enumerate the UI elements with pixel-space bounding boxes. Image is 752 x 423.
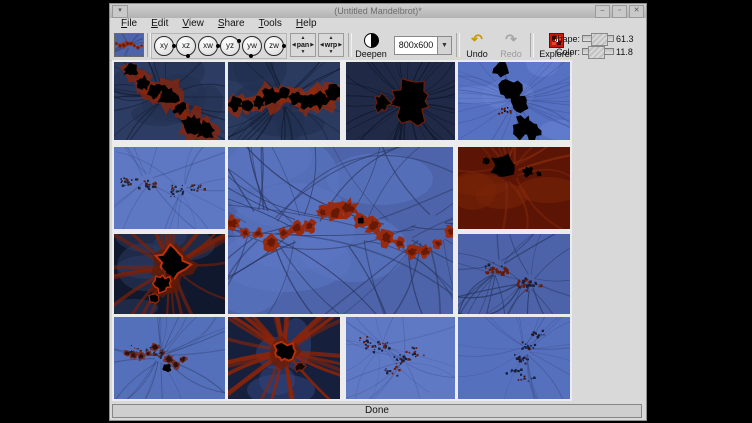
mutant-fractal-tile[interactable]: [458, 234, 570, 314]
mutant-fractal-tile[interactable]: [346, 62, 455, 140]
minimize-icon[interactable]: –: [595, 5, 610, 18]
maximize-icon[interactable]: ▫: [612, 5, 627, 18]
redo-button[interactable]: ↷ Redo: [496, 33, 526, 59]
shape-slider-label: Shape:: [548, 34, 580, 44]
rotate-xy-button[interactable]: xy: [153, 35, 175, 57]
deepen-label: Deepen: [355, 50, 387, 59]
mutant-fractal-tile[interactable]: [346, 317, 455, 399]
explorer-grid: [112, 60, 646, 404]
angle-dot-icon: [186, 54, 190, 58]
mutant-fractal-tile[interactable]: [458, 62, 570, 140]
mutant-fractal-tile[interactable]: [458, 147, 570, 229]
undo-icon: ↶: [471, 33, 483, 46]
mutant-fractal-tile[interactable]: [114, 234, 225, 314]
toolbar: xy xz xw yz yw: [110, 30, 646, 61]
mutant-fractal-tile[interactable]: [114, 317, 225, 399]
menu-edit[interactable]: Edit: [145, 18, 174, 30]
menu-help[interactable]: Help: [290, 18, 323, 30]
color-slider-label: Color:: [548, 47, 580, 57]
warp-up-icon[interactable]: ▲: [329, 35, 334, 41]
pan-up-icon[interactable]: ▲: [301, 35, 306, 41]
mutant-fractal-tile[interactable]: [114, 147, 225, 229]
undo-button[interactable]: ↶ Undo: [462, 33, 492, 59]
pan-left-icon[interactable]: ◀: [292, 42, 296, 48]
menu-file[interactable]: File: [115, 18, 143, 30]
rotate-xw-button[interactable]: xw: [197, 35, 219, 57]
undo-label: Undo: [466, 50, 488, 59]
pan-label: pan: [297, 42, 309, 49]
color-value: 11.8: [616, 47, 638, 57]
current-fractal-preview: [114, 33, 144, 57]
warp-control[interactable]: ▲ ◀ wrp ▶ ▼: [318, 33, 344, 57]
resolution-combobox[interactable]: 800x600 ▼: [394, 36, 452, 55]
redo-icon: ↷: [505, 33, 517, 46]
redo-label: Redo: [500, 50, 522, 59]
deepen-button[interactable]: Deepen: [352, 33, 390, 59]
statusbar: Done: [110, 402, 646, 420]
toolbar-separator: [456, 33, 460, 57]
rotation-group: xy xz xw yz yw: [151, 33, 287, 59]
mutant-fractal-tile[interactable]: [228, 62, 340, 140]
rotate-yz-button[interactable]: yz: [219, 35, 241, 57]
window-title: (Untitled Mandelbrot)*: [110, 6, 646, 16]
rotate-zw-button[interactable]: zw: [263, 35, 285, 57]
pan-right-icon[interactable]: ▶: [310, 42, 314, 48]
shape-slider[interactable]: [582, 35, 614, 42]
warp-left-icon[interactable]: ◀: [320, 42, 324, 48]
close-icon[interactable]: ✕: [629, 5, 644, 18]
pan-down-icon[interactable]: ▼: [301, 49, 306, 55]
desktop: { "window": { "title": "(Untitled Mandel…: [0, 0, 752, 423]
app-window: ▾ (Untitled Mandelbrot)* – ▫ ✕ File Edit…: [109, 3, 647, 421]
menu-view[interactable]: View: [176, 18, 210, 30]
menu-share[interactable]: Share: [212, 18, 251, 30]
mutant-fractal-tile[interactable]: [114, 62, 225, 140]
dropdown-arrow-icon[interactable]: ▼: [438, 36, 452, 55]
status-progressbar: Done: [112, 404, 642, 418]
warp-down-icon[interactable]: ▼: [329, 49, 334, 55]
menubar: File Edit View Share Tools Help: [110, 18, 646, 30]
mutant-fractal-tile[interactable]: [458, 317, 570, 399]
mutant-fractal-tile[interactable]: [228, 317, 340, 399]
menu-tools[interactable]: Tools: [253, 18, 288, 30]
pan-control[interactable]: ▲ ◀ pan ▶ ▼: [290, 33, 316, 57]
warp-right-icon[interactable]: ▶: [338, 42, 342, 48]
shape-slider-thumb[interactable]: [591, 33, 608, 46]
color-slider[interactable]: [582, 48, 614, 55]
angle-dot-icon: [249, 54, 253, 58]
titlebar[interactable]: ▾ (Untitled Mandelbrot)* – ▫ ✕: [110, 4, 646, 19]
angle-dot-icon: [282, 44, 286, 48]
warp-label: wrp: [325, 42, 337, 49]
color-slider-thumb[interactable]: [588, 46, 605, 59]
main-fractal-view[interactable]: [228, 147, 453, 314]
rotate-xz-button[interactable]: xz: [175, 35, 197, 57]
mutation-sliders: Shape: 61.3 Color: 11.8: [548, 32, 640, 58]
shape-value: 61.3: [616, 34, 638, 44]
deepen-icon: [364, 33, 379, 48]
resolution-value[interactable]: 800x600: [394, 36, 438, 55]
rotate-yw-button[interactable]: yw: [241, 35, 263, 57]
